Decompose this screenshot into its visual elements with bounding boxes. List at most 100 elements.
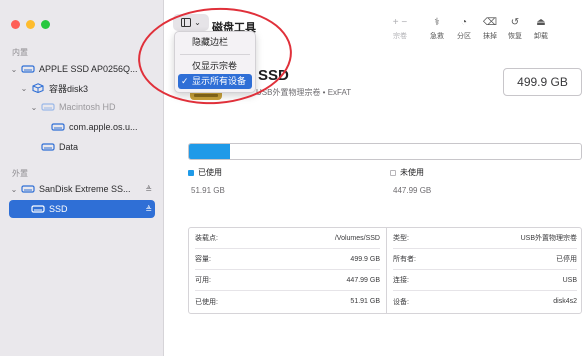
toolbar-label: 宗卷 — [393, 33, 407, 40]
first-aid-button[interactable]: ⚕ 急救 — [425, 16, 449, 41]
drive-icon — [21, 65, 35, 73]
info-row: 容量: 499.9 GB — [195, 249, 380, 270]
sidebar-item-container-disk3[interactable]: ⌄ 容器disk3 — [9, 79, 155, 97]
chevron-down-icon: ⌄ — [194, 18, 201, 27]
sidebar-item-label: com.apple.os.u... — [69, 122, 138, 132]
sidebar-item-label: Data — [59, 142, 79, 152]
menu-separator — [180, 54, 250, 55]
zoom-window-button[interactable] — [41, 20, 50, 29]
eject-icon[interactable]: ≜ — [145, 185, 155, 194]
info-row: 所有者: 已停用 — [393, 249, 577, 270]
chevron-down-icon[interactable]: ⌄ — [9, 185, 19, 194]
info-value: 51.91 GB — [350, 298, 380, 305]
capacity-display: 499.9 GB — [503, 68, 582, 96]
volume-icon — [41, 143, 55, 151]
legend-used-value: 51.91 GB — [191, 186, 225, 195]
legend-free-value: 447.99 GB — [393, 186, 432, 195]
legend-used-label: 已使用 — [198, 168, 222, 177]
sidebar-item-sandisk[interactable]: ⌄ SanDisk Extreme SS... ≜ — [9, 180, 155, 198]
legend-free-label: 未使用 — [400, 168, 424, 177]
menu-item-hide-sidebar[interactable]: 隐藏边栏 — [178, 35, 252, 50]
info-value: 447.99 GB — [346, 276, 380, 284]
sidebar-item-label: SSD — [49, 204, 68, 214]
volume-icon — [31, 205, 45, 213]
info-row: 装载点: /Volumes/SSD — [195, 228, 380, 249]
checkmark-icon: ✓ — [181, 76, 189, 86]
menu-item-show-volumes-only[interactable]: 仅显示宗卷 — [178, 59, 252, 74]
usage-bar — [188, 143, 582, 160]
info-value: 已停用 — [556, 256, 577, 263]
sidebar-item-label: Macintosh HD — [59, 102, 116, 112]
section-label-external: 外置 — [12, 169, 28, 178]
window-controls — [11, 20, 50, 29]
info-value: disk4s2 — [553, 298, 577, 305]
info-row: 已使用: 51.91 GB — [195, 291, 380, 312]
sidebar-item-ssd[interactable]: SSD ≜ — [9, 200, 155, 218]
usage-bar-used — [189, 144, 230, 159]
volume-name: SSD — [258, 67, 289, 84]
used-swatch — [188, 169, 194, 176]
toolbar-label: 急救 — [430, 33, 444, 40]
info-key: 所有者: — [393, 256, 416, 263]
volume-add-remove-button[interactable]: + − 宗卷 — [385, 16, 415, 41]
info-column-left: 装载点: /Volumes/SSD 容量: 499.9 GB 可用: 447.99 G… — [189, 228, 386, 313]
info-key: 类型: — [393, 235, 409, 242]
info-row: 类型: USB外置物理宗卷 — [393, 228, 577, 249]
unmount-button[interactable]: ⏏ 卸载 — [529, 16, 553, 41]
chevron-down-icon[interactable]: ⌄ — [9, 65, 19, 74]
toolbar-label: 分区 — [457, 33, 471, 40]
sidebar-item-label: 容器disk3 — [49, 83, 89, 94]
chevron-down-icon[interactable]: ⌄ — [19, 84, 29, 93]
info-table: 装载点: /Volumes/SSD 容量: 499.9 GB 可用: 447.99 G… — [188, 227, 582, 314]
volume-icon — [41, 103, 55, 111]
restore-button[interactable]: ↺ 恢复 — [503, 16, 527, 41]
toolbar-label: 抹掉 — [483, 33, 497, 40]
info-key: 连接: — [393, 277, 409, 284]
volume-icon — [51, 123, 65, 131]
sidebar-item-label: APPLE SSD AP0256Q... — [39, 64, 138, 74]
unmount-icon: ⏏ — [536, 17, 546, 28]
sidebar-options-menu: 隐藏边栏 仅显示宗卷 ✓ 显示所有设备 — [174, 31, 256, 93]
erase-button[interactable]: ⌫ 抹掉 — [478, 16, 502, 41]
legend-free: 未使用 447.99 GB — [390, 167, 431, 195]
menu-item-show-all-devices[interactable]: ✓ 显示所有设备 — [178, 74, 252, 89]
minimize-window-button[interactable] — [26, 20, 35, 29]
info-key: 已使用: — [195, 298, 218, 306]
toolbar-label: 恢复 — [508, 33, 522, 40]
chevron-down-icon[interactable]: ⌄ — [29, 103, 39, 112]
sidebar-toggle-button[interactable]: ⌄ — [173, 14, 209, 31]
sidebar: 内置 ⌄ APPLE SSD AP0256Q... ⌄ 容器disk3 ⌄ Ma… — [0, 0, 164, 356]
plus-minus-icon: + − — [392, 17, 408, 28]
info-key: 容量: — [195, 256, 211, 263]
restore-icon: ↺ — [510, 17, 520, 28]
sidebar-item-apple-ssd[interactable]: ⌄ APPLE SSD AP0256Q... — [9, 60, 155, 78]
volume-subtitle: USB外置物理宗卷 • ExFAT — [256, 88, 352, 97]
info-column-right: 类型: USB外置物理宗卷 所有者: 已停用 连接: USB 设备: disk4s2 — [386, 228, 583, 313]
info-key: 可用: — [195, 277, 211, 284]
sidebar-item-com-apple-os[interactable]: com.apple.os.u... — [9, 118, 155, 136]
first-aid-icon: ⚕ — [434, 17, 440, 28]
sidebar-item-macintosh-hd[interactable]: ⌄ Macintosh HD — [9, 98, 155, 116]
close-window-button[interactable] — [11, 20, 20, 29]
sidebar-item-data[interactable]: Data — [9, 138, 155, 156]
toolbar-label: 卸载 — [534, 33, 548, 40]
drive-icon — [21, 185, 35, 193]
partition-icon: ◔ — [460, 17, 468, 28]
legend-used: 已使用 51.91 GB — [188, 167, 225, 195]
erase-icon: ⌫ — [482, 17, 498, 28]
partition-button[interactable]: ◔ 分区 — [452, 16, 476, 41]
sidebar-toggle-icon — [181, 18, 192, 27]
info-row: 设备: disk4s2 — [393, 291, 577, 312]
free-swatch — [390, 169, 396, 176]
sidebar-item-label: SanDisk Extreme SS... — [39, 184, 131, 194]
info-value: USB — [562, 276, 577, 284]
eject-icon[interactable]: ≜ — [145, 205, 155, 214]
info-row: 可用: 447.99 GB — [195, 270, 380, 291]
info-value: USB外置物理宗卷 — [520, 235, 577, 242]
menu-item-label: 显示所有设备 — [192, 76, 247, 86]
info-row: 连接: USB — [393, 270, 577, 291]
info-key: 装载点: — [195, 235, 218, 242]
container-icon — [32, 83, 44, 93]
info-key: 设备: — [393, 298, 409, 306]
section-label-internal: 内置 — [12, 48, 28, 57]
